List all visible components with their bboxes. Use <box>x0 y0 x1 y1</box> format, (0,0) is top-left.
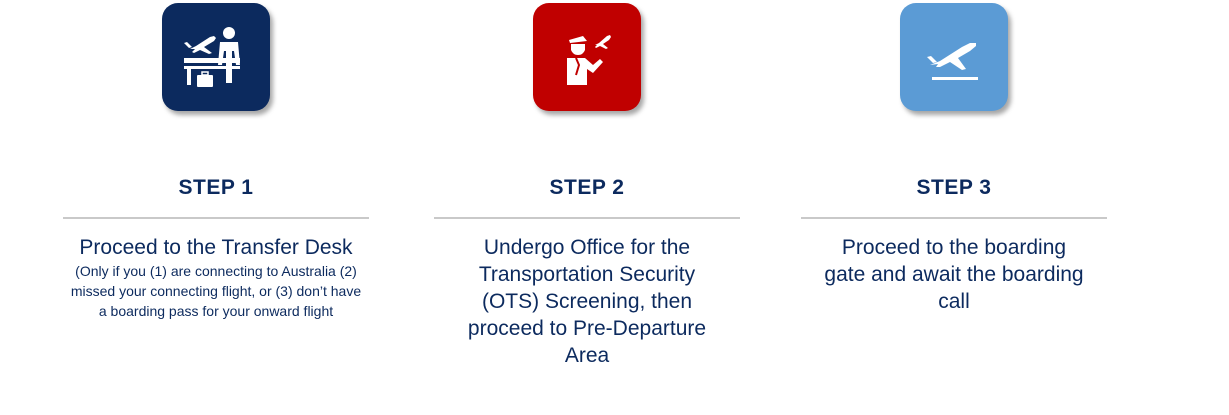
step-2-tile <box>533 3 641 111</box>
security-screening-icon <box>567 35 611 85</box>
step-2: STEP 2 Undergo Office for the Transporta… <box>432 0 742 369</box>
step-3-tile <box>900 3 1008 111</box>
step-2-title: STEP 2 <box>549 176 625 199</box>
step-2-divider <box>434 217 740 219</box>
transfer-desk-icon <box>184 27 240 87</box>
step-3-title: STEP 3 <box>916 176 992 199</box>
step-3-divider <box>801 217 1107 219</box>
step-1-note: (Only if you (1) are connecting to Austr… <box>70 263 362 319</box>
step-1-title: STEP 1 <box>178 176 254 199</box>
step-3-description: Proceed to the boarding gate and await t… <box>824 236 1084 313</box>
step-1-description: Proceed to the Transfer Desk <box>79 236 353 259</box>
step-2-description: Undergo Office for the Transportation Se… <box>467 236 707 367</box>
step-1-divider <box>63 217 369 219</box>
step-1-tile <box>162 3 270 111</box>
step-3: STEP 3 Proceed to the boarding gate and … <box>799 0 1109 315</box>
step-1: STEP 1 Proceed to the Transfer Desk (Onl… <box>61 0 371 321</box>
departure-plane-icon <box>927 43 978 80</box>
